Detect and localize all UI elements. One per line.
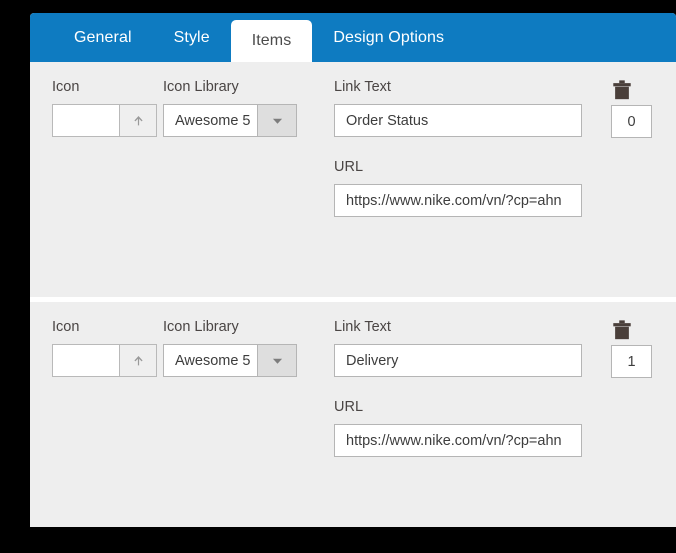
icon-library-label: Icon Library bbox=[163, 79, 239, 95]
icon-library-caret[interactable] bbox=[257, 105, 296, 136]
tab-general[interactable]: General bbox=[53, 13, 153, 62]
icon-input-group bbox=[52, 104, 157, 137]
link-text-field-group: Link Text Delivery bbox=[334, 319, 582, 377]
url-input[interactable]: https://www.nike.com/vn/?cp=ahn bbox=[334, 424, 582, 457]
icon-input[interactable] bbox=[52, 104, 119, 137]
icon-field-group: Icon bbox=[52, 319, 157, 377]
tab-design-options[interactable]: Design Options bbox=[312, 13, 465, 62]
icon-field-group: Icon bbox=[52, 79, 157, 137]
link-text-input[interactable]: Order Status bbox=[334, 104, 582, 137]
chevron-down-icon bbox=[272, 118, 282, 124]
url-input[interactable]: https://www.nike.com/vn/?cp=ahn bbox=[334, 184, 582, 217]
icon-library-select[interactable]: Awesome 5 bbox=[163, 104, 297, 137]
url-field-group: URL https://www.nike.com/vn/?cp=ahn bbox=[334, 159, 582, 217]
item-row: Icon Icon Library Awesome 5 bbox=[30, 62, 676, 297]
icon-picker-button[interactable] bbox=[119, 344, 157, 377]
link-text-label: Link Text bbox=[334, 79, 391, 95]
row-actions: 0 bbox=[611, 79, 652, 138]
icon-library-caret[interactable] bbox=[257, 345, 296, 376]
url-label: URL bbox=[334, 159, 364, 175]
tab-bar: General Style Items Design Options bbox=[30, 13, 676, 62]
row-actions: 1 bbox=[611, 319, 652, 378]
link-text-field-group: Link Text Order Status bbox=[334, 79, 582, 137]
icon-library-field-group: Icon Library Awesome 5 bbox=[163, 79, 297, 137]
icon-library-value: Awesome 5 bbox=[175, 352, 251, 369]
items-settings-panel: General Style Items Design Options Icon bbox=[30, 13, 676, 527]
icon-library-label: Icon Library bbox=[163, 319, 239, 335]
link-text-label: Link Text bbox=[334, 319, 391, 335]
url-field-group: URL https://www.nike.com/vn/?cp=ahn bbox=[334, 399, 582, 457]
url-label: URL bbox=[334, 399, 364, 415]
icon-library-field-group: Icon Library Awesome 5 bbox=[163, 319, 297, 377]
tab-items[interactable]: Items bbox=[230, 20, 313, 62]
icon-picker-button[interactable] bbox=[119, 104, 157, 137]
icon-input-group bbox=[52, 344, 157, 377]
tab-style[interactable]: Style bbox=[153, 13, 231, 62]
arrow-up-icon bbox=[133, 356, 143, 366]
trash-icon[interactable] bbox=[611, 319, 633, 341]
icon-input[interactable] bbox=[52, 344, 119, 377]
chevron-down-icon bbox=[272, 358, 282, 364]
icon-label: Icon bbox=[52, 319, 80, 335]
trash-icon[interactable] bbox=[611, 79, 633, 101]
arrow-up-icon bbox=[133, 116, 143, 126]
icon-library-value: Awesome 5 bbox=[175, 112, 251, 129]
order-input[interactable]: 0 bbox=[611, 105, 652, 138]
order-input[interactable]: 1 bbox=[611, 345, 652, 378]
items-list: Icon Icon Library Awesome 5 Link Text Or… bbox=[30, 62, 676, 527]
link-text-input[interactable]: Delivery bbox=[334, 344, 582, 377]
icon-label: Icon bbox=[52, 79, 80, 95]
icon-library-select[interactable]: Awesome 5 bbox=[163, 344, 297, 377]
item-row: Icon Icon Library Awesome 5 bbox=[30, 302, 676, 527]
